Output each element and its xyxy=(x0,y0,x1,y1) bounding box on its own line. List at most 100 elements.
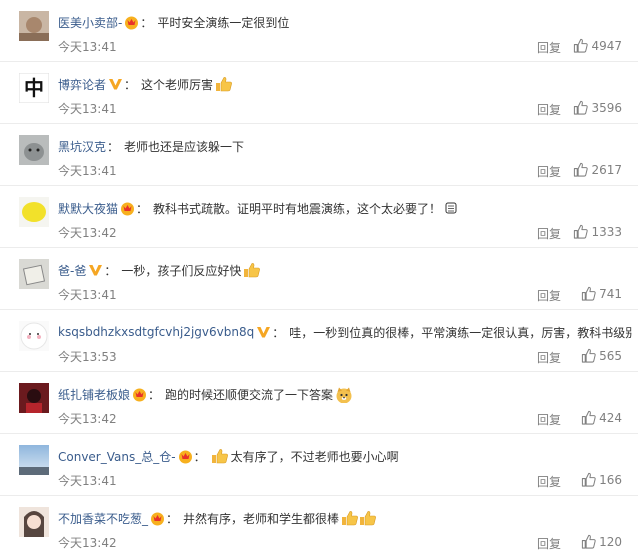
name-separator: ： xyxy=(272,325,285,340)
comment-time: 今天13:41 xyxy=(58,474,117,488)
thumbs-up-emoji-icon xyxy=(243,262,261,278)
comment-text: 井然有序，老师和学生都很棒 xyxy=(183,511,340,526)
thumbs-up-icon xyxy=(573,100,591,115)
crown-badge-icon xyxy=(178,449,193,464)
username-link[interactable]: 黑坑汉克 xyxy=(58,138,106,155)
avatar[interactable] xyxy=(19,197,49,227)
comment-row: 爸-爸 ： 一秒，孩子们反应好快 今天13:41 回复 741 xyxy=(0,248,638,310)
reply-button[interactable]: 回复 xyxy=(537,225,561,242)
thumbs-up-icon xyxy=(581,410,599,425)
comment-row: 黑坑汉克： 老师也还是应该躲一下 今天13:41 回复 2617 xyxy=(0,124,638,186)
v-badge-icon xyxy=(256,325,271,339)
avatar[interactable] xyxy=(19,383,49,413)
username-link[interactable]: 不加香菜不吃葱_ xyxy=(58,510,148,527)
like-button[interactable]: 3596 xyxy=(573,100,622,115)
reply-button[interactable]: 回复 xyxy=(537,101,561,118)
comment-row: 中博弈论者 ： 这个老师厉害 今天13:41 回复 3596 xyxy=(0,62,638,124)
reply-button[interactable]: 回复 xyxy=(537,535,561,552)
reply-button[interactable]: 回复 xyxy=(537,473,561,490)
username-link[interactable]: 爸-爸 xyxy=(58,262,86,279)
avatar[interactable] xyxy=(19,135,49,165)
thumbs-up-emoji-icon xyxy=(211,448,228,464)
like-count: 565 xyxy=(599,348,622,363)
username-link[interactable]: 默默大夜猫 xyxy=(58,200,118,217)
comment-line: 黑坑汉克： 老师也还是应该躲一下 xyxy=(58,137,632,155)
crown-badge-icon xyxy=(120,201,135,216)
avatar[interactable] xyxy=(19,11,49,41)
thumbs-up-icon xyxy=(573,162,591,177)
avatar[interactable]: 中 xyxy=(19,73,49,103)
username-link[interactable]: 博弈论者 xyxy=(58,76,106,93)
comment-row: ksqsbdhzkxsdtgfcvhj2jgv6vbn8q ： 哇，一秒到位真的很棒… xyxy=(0,310,638,372)
like-button[interactable]: 741 xyxy=(581,286,622,301)
like-button[interactable]: 1333 xyxy=(573,224,622,239)
like-button[interactable]: 424 xyxy=(581,410,622,425)
v-badge-icon xyxy=(108,77,123,91)
comment-line: 纸扎铺老板娘 ： 跑的时候还顺便交流了一下答案 xyxy=(58,385,632,403)
comment-time: 今天13:53 xyxy=(58,350,117,364)
crown-badge-icon xyxy=(132,387,147,402)
like-button[interactable]: 565 xyxy=(581,348,622,363)
comment-text: 太有序了，不过老师也要小心啊 xyxy=(230,449,399,464)
comment-line: 爸-爸 ： 一秒，孩子们反应好快 xyxy=(58,261,632,279)
comment-row: Conver_Vans_总_仓- ： 太有序了，不过老师也要小心啊今天13:41 回复… xyxy=(0,434,638,496)
comment-line: ksqsbdhzkxsdtgfcvhj2jgv6vbn8q ： 哇，一秒到位真的很棒… xyxy=(58,323,632,341)
like-count: 741 xyxy=(599,286,622,301)
comment-text: 平时安全演练一定很到位 xyxy=(157,15,290,30)
reply-button[interactable]: 回复 xyxy=(537,411,561,428)
like-count: 120 xyxy=(599,534,622,549)
like-count: 3596 xyxy=(591,100,622,115)
name-separator: ： xyxy=(104,263,117,278)
crown-badge-icon xyxy=(124,15,139,30)
like-button[interactable]: 4947 xyxy=(573,38,622,53)
like-count: 4947 xyxy=(591,38,622,53)
username-link[interactable]: 医美小卖部- xyxy=(58,14,122,31)
svg-text:中: 中 xyxy=(24,76,44,100)
name-separator: ： xyxy=(148,387,161,402)
avatar[interactable] xyxy=(19,445,49,475)
thumbs-up-emoji-icon xyxy=(359,510,376,526)
comment-line: Conver_Vans_总_仓- ： 太有序了，不过老师也要小心啊 xyxy=(58,447,632,465)
reply-button[interactable]: 回复 xyxy=(537,39,561,56)
name-separator: ： xyxy=(107,139,120,154)
reply-button[interactable]: 回复 xyxy=(537,287,561,304)
comment-line: 医美小卖部- ： 平时安全演练一定很到位 xyxy=(58,13,632,31)
thumbs-up-icon xyxy=(581,348,599,363)
comment-line: 默默大夜猫 ： 教科书式疏散。证明平时有地震演练，这个太必要了！ xyxy=(58,199,632,217)
comment-time: 今天13:42 xyxy=(58,412,117,426)
like-count: 1333 xyxy=(591,224,622,239)
thumbs-up-icon xyxy=(581,286,599,301)
reply-button[interactable]: 回复 xyxy=(537,349,561,366)
avatar[interactable] xyxy=(19,259,49,289)
comment-row: 不加香菜不吃葱_ ： 井然有序，老师和学生都很棒 今天13:42 回复 120 xyxy=(0,496,638,553)
comment-text: 哇，一秒到位真的很棒，平常演练一定很认真，厉害，教科书级别的 xyxy=(289,325,632,340)
comment-time: 今天13:41 xyxy=(58,164,117,178)
comment-text: 教科书式疏散。证明平时有地震演练，这个太必要了！ xyxy=(153,201,442,216)
avatar[interactable] xyxy=(19,507,49,537)
comment-text: 这个老师厉害 xyxy=(141,77,214,92)
comment-line: 博弈论者 ： 这个老师厉害 xyxy=(58,75,632,93)
thumbs-up-emoji-icon xyxy=(341,510,358,526)
like-count: 424 xyxy=(599,410,622,425)
like-button[interactable]: 2617 xyxy=(573,162,622,177)
comment-row: 纸扎铺老板娘 ： 跑的时候还顺便交流了一下答案今天13:42 回复 424 xyxy=(0,372,638,434)
crown-badge-icon xyxy=(150,511,165,526)
like-button[interactable]: 120 xyxy=(581,534,622,549)
username-link[interactable]: 纸扎铺老板娘 xyxy=(58,386,130,403)
reply-button[interactable]: 回复 xyxy=(537,163,561,180)
comment-text: 跑的时候还顺便交流了一下答案 xyxy=(165,387,334,402)
v-badge-icon xyxy=(88,263,103,277)
thumbs-up-icon xyxy=(573,224,591,239)
username-link[interactable]: Conver_Vans_总_仓- xyxy=(58,448,176,465)
like-button[interactable]: 166 xyxy=(581,472,622,487)
comment-list: 医美小卖部- ： 平时安全演练一定很到位 今天13:41 回复 4947 中博弈论者 ： 这个老… xyxy=(0,0,638,553)
avatar[interactable] xyxy=(19,321,49,351)
comment-time: 今天13:41 xyxy=(58,288,117,302)
username-link[interactable]: ksqsbdhzkxsdtgfcvhj2jgv6vbn8q xyxy=(58,325,254,339)
comment-text: 老师也还是应该躲一下 xyxy=(124,139,245,154)
name-separator: ： xyxy=(136,201,149,216)
like-count: 166 xyxy=(599,472,622,487)
comment-line: 不加香菜不吃葱_ ： 井然有序，老师和学生都很棒 xyxy=(58,509,632,527)
like-count: 2617 xyxy=(591,162,622,177)
name-separator: ： xyxy=(140,15,153,30)
